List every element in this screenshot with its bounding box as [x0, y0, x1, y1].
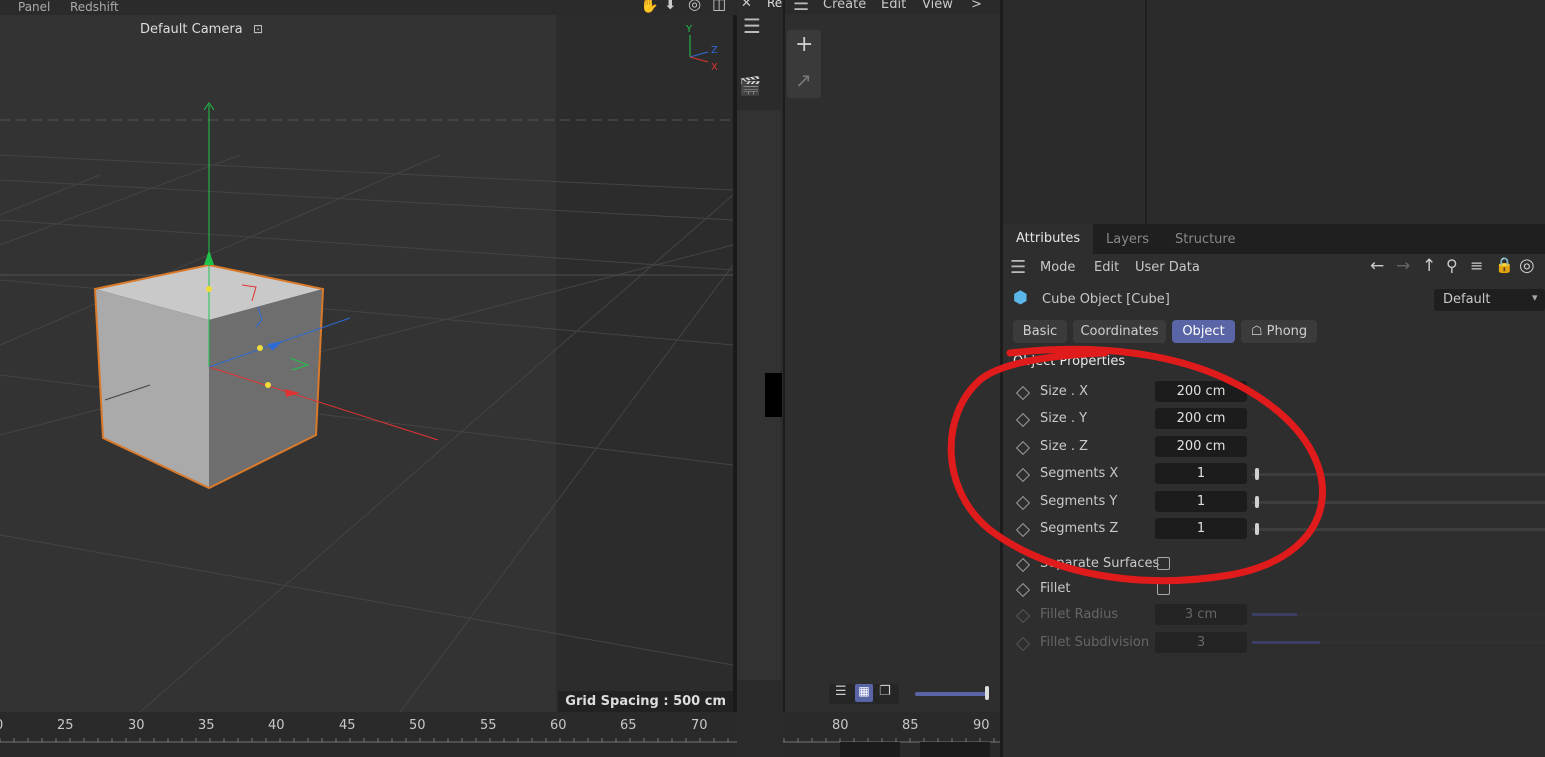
grid-view-icon[interactable]: ▦	[855, 684, 873, 702]
tile-view-icon[interactable]: ❐	[879, 684, 891, 699]
fillet-radius-field: 3 cm	[1155, 604, 1247, 625]
attributes-tabbar: Attributes Layers Structure	[1003, 224, 1545, 254]
timeline-tick-label: 30	[128, 718, 145, 733]
tab-structure[interactable]: Structure	[1175, 232, 1235, 247]
hamburger-icon[interactable]: ☰	[743, 14, 761, 38]
camera-label[interactable]: Default Camera	[140, 22, 243, 37]
fillet-subdivision-label: Fillet Subdivision	[1040, 635, 1150, 650]
fillet-radius-label: Fillet Radius	[1040, 607, 1119, 622]
grid-spacing-label: Grid Spacing : 500 cm	[558, 691, 733, 712]
move-down-icon[interactable]: ⬇	[664, 0, 677, 13]
clapboard-icon[interactable]: 🎬	[739, 76, 761, 97]
forward-arrow-icon[interactable]: →	[1396, 256, 1410, 276]
menu-redshift[interactable]: Redshift	[70, 0, 119, 15]
timeline-tick-label: 25	[57, 718, 74, 733]
rotate-icon[interactable]: ◎	[688, 0, 701, 13]
timeline-tick-label: 90	[973, 718, 990, 733]
timeline-tick-label: 40	[268, 718, 285, 733]
viewport-menubar: Panel Redshift ✋ ⬇ ◎ ◫	[0, 0, 733, 15]
cube-icon: ⬢	[1013, 288, 1028, 308]
annotation-circle	[947, 345, 1326, 585]
timeline-tick-label: 35	[198, 718, 215, 733]
timeline-tick-label: 70	[691, 718, 708, 733]
om-menu-more[interactable]: >	[971, 0, 982, 12]
target-icon[interactable]: ◎	[1519, 255, 1535, 276]
gizmo-y-label: Y	[686, 24, 693, 35]
om-menu-view[interactable]: View	[922, 0, 953, 12]
viewport[interactable]: Y Z X Default Camera ⊡ Grid Spacing : 50…	[0, 15, 733, 712]
gizmo-x-label: X	[711, 62, 718, 73]
fillet-radius-slider-fill	[1252, 613, 1297, 616]
tab-attributes[interactable]: Attributes	[1003, 224, 1094, 254]
maximize-icon[interactable]: ◫	[712, 0, 726, 13]
upper-divider	[1145, 0, 1147, 224]
back-arrow-icon[interactable]: ←	[1370, 256, 1384, 276]
search-icon[interactable]: ⚲	[1446, 256, 1458, 275]
arrow-up-right-icon[interactable]: ↗	[795, 68, 812, 92]
om-side-tools: + ↗	[787, 30, 821, 98]
timeline-tick-label: 45	[339, 718, 356, 733]
list-view-icon[interactable]: ☰	[835, 684, 847, 699]
timeline-field[interactable]	[840, 742, 900, 757]
black-marker	[765, 373, 782, 417]
add-icon[interactable]: +	[795, 32, 813, 57]
object-manager-menubar: ☰ Create Edit View >	[785, 0, 1000, 15]
attr-menu-user-data[interactable]: User Data	[1135, 260, 1200, 275]
viewport-scene	[0, 15, 733, 712]
timeline-tick-label: 65	[620, 718, 637, 733]
attr-menu-mode[interactable]: Mode	[1040, 260, 1075, 275]
fillet-subdivision-field: 3	[1155, 632, 1247, 653]
fillet-subdivision-slider-fill	[1252, 641, 1320, 644]
om-menu-edit[interactable]: Edit	[881, 0, 906, 12]
up-arrow-icon[interactable]: ↑	[1422, 256, 1436, 276]
filter-icon[interactable]: ≡	[1470, 256, 1483, 275]
object-title: Cube Object [Cube]	[1042, 292, 1170, 307]
tab-fragment[interactable]: Re	[767, 0, 782, 10]
menu-panel[interactable]: Panel	[18, 0, 50, 15]
om-menu-create[interactable]: Create	[823, 0, 866, 12]
timeline-tick-label: 0	[0, 718, 3, 733]
preset-dropdown[interactable]: Default ▾	[1434, 289, 1545, 311]
om-view-switch: ☰ ▦ ❐	[829, 684, 899, 704]
om-hamburger-icon[interactable]: ☰	[793, 0, 809, 15]
timeline-field-2[interactable]	[920, 742, 990, 757]
attr-hamburger-icon[interactable]: ☰	[1010, 257, 1026, 278]
timeline-tick-label: 85	[902, 718, 919, 733]
timeline-tick-label: 55	[480, 718, 497, 733]
timeline-tick-label: 60	[550, 718, 567, 733]
pan-icon[interactable]: ✋	[640, 0, 659, 14]
preset-value: Default	[1443, 292, 1491, 307]
attr-menu-edit[interactable]: Edit	[1094, 260, 1119, 275]
lock-icon[interactable]: 🔒	[1495, 256, 1514, 274]
timeline-tick-label: 80	[832, 718, 849, 733]
chevron-down-icon: ▾	[1532, 291, 1538, 304]
camera-icon[interactable]: ⊡	[253, 22, 263, 36]
gizmo-z-label: Z	[711, 45, 718, 56]
upper-right-panel	[1003, 0, 1545, 224]
timeline-tick-label: 50	[409, 718, 426, 733]
zoom-slider-knob[interactable]	[985, 686, 989, 700]
toolbar-column: ✕ Re ☰ 🎬	[737, 0, 783, 757]
close-icon[interactable]: ✕	[741, 0, 752, 11]
tab-layers[interactable]: Layers	[1106, 232, 1149, 247]
zoom-slider[interactable]	[915, 692, 987, 696]
